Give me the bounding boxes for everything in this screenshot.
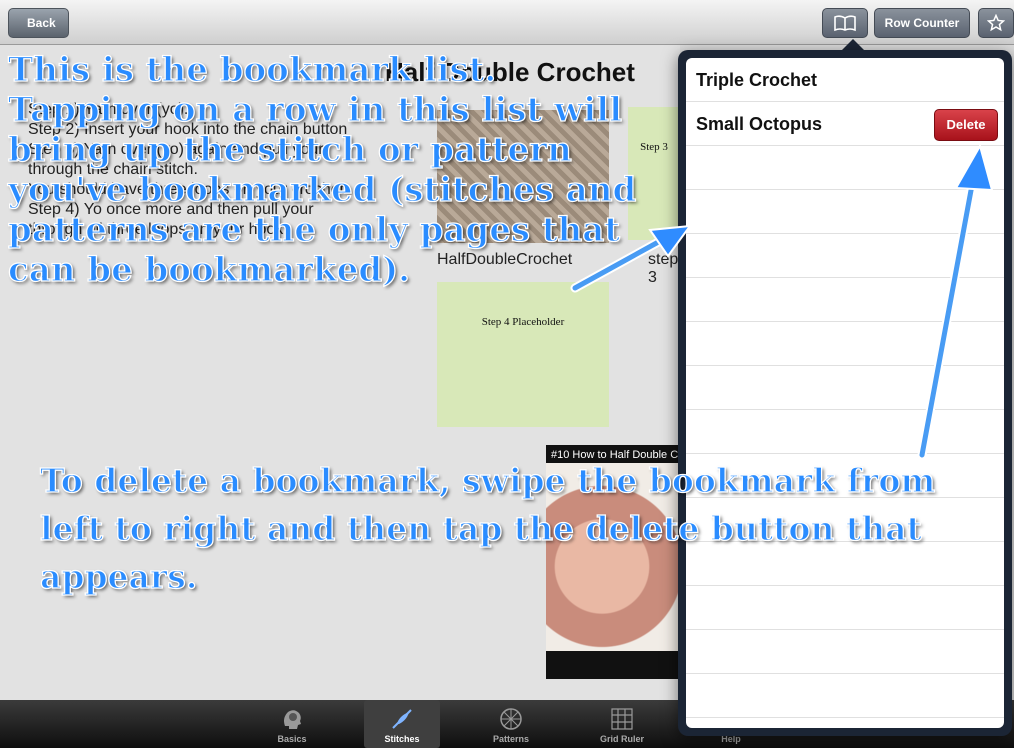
delete-button[interactable]: Delete bbox=[934, 109, 998, 141]
tab-basics[interactable]: Basics bbox=[254, 700, 330, 748]
bookmark-popover: Triple Crochet Small Octopus Delete bbox=[678, 50, 1012, 736]
bookmark-row[interactable]: Triple Crochet bbox=[686, 58, 1004, 102]
head-icon bbox=[284, 710, 301, 729]
book-icon bbox=[834, 15, 856, 32]
pattern-icon bbox=[500, 708, 522, 730]
tab-patterns[interactable]: Patterns bbox=[473, 700, 549, 748]
feather-icon bbox=[392, 709, 412, 729]
tab-label: Basics bbox=[277, 734, 307, 744]
tab-stitches[interactable]: Stitches bbox=[364, 700, 440, 748]
favorite-button[interactable] bbox=[978, 8, 1014, 38]
row-counter-button[interactable]: Row Counter bbox=[874, 8, 970, 38]
grid-icon bbox=[611, 708, 633, 730]
bookmark-list[interactable]: Triple Crochet Small Octopus Delete bbox=[686, 58, 1004, 728]
placeholder-label: Step 4 Placeholder bbox=[481, 316, 565, 328]
tab-label: Patterns bbox=[492, 734, 529, 744]
tab-label: Grid Ruler bbox=[599, 734, 644, 744]
bookmark-label: Small Octopus bbox=[696, 114, 823, 134]
annotation-bookmark-list: This is the bookmark list. Tapping on a … bbox=[7, 49, 637, 290]
step4-placeholder: Step 4 Placeholder bbox=[437, 282, 609, 427]
bookmarks-button[interactable] bbox=[822, 8, 868, 38]
back-button[interactable]: Back bbox=[8, 8, 69, 38]
annotation-delete: To delete a bookmark, swipe the bookmark… bbox=[39, 460, 936, 596]
bookmark-label: Triple Crochet bbox=[696, 70, 818, 90]
tab-label: Stitches bbox=[384, 734, 420, 744]
tab-grid-ruler[interactable]: Grid Ruler bbox=[584, 700, 660, 748]
bookmark-row[interactable]: Small Octopus Delete bbox=[686, 102, 1004, 146]
star-icon bbox=[986, 13, 1006, 32]
